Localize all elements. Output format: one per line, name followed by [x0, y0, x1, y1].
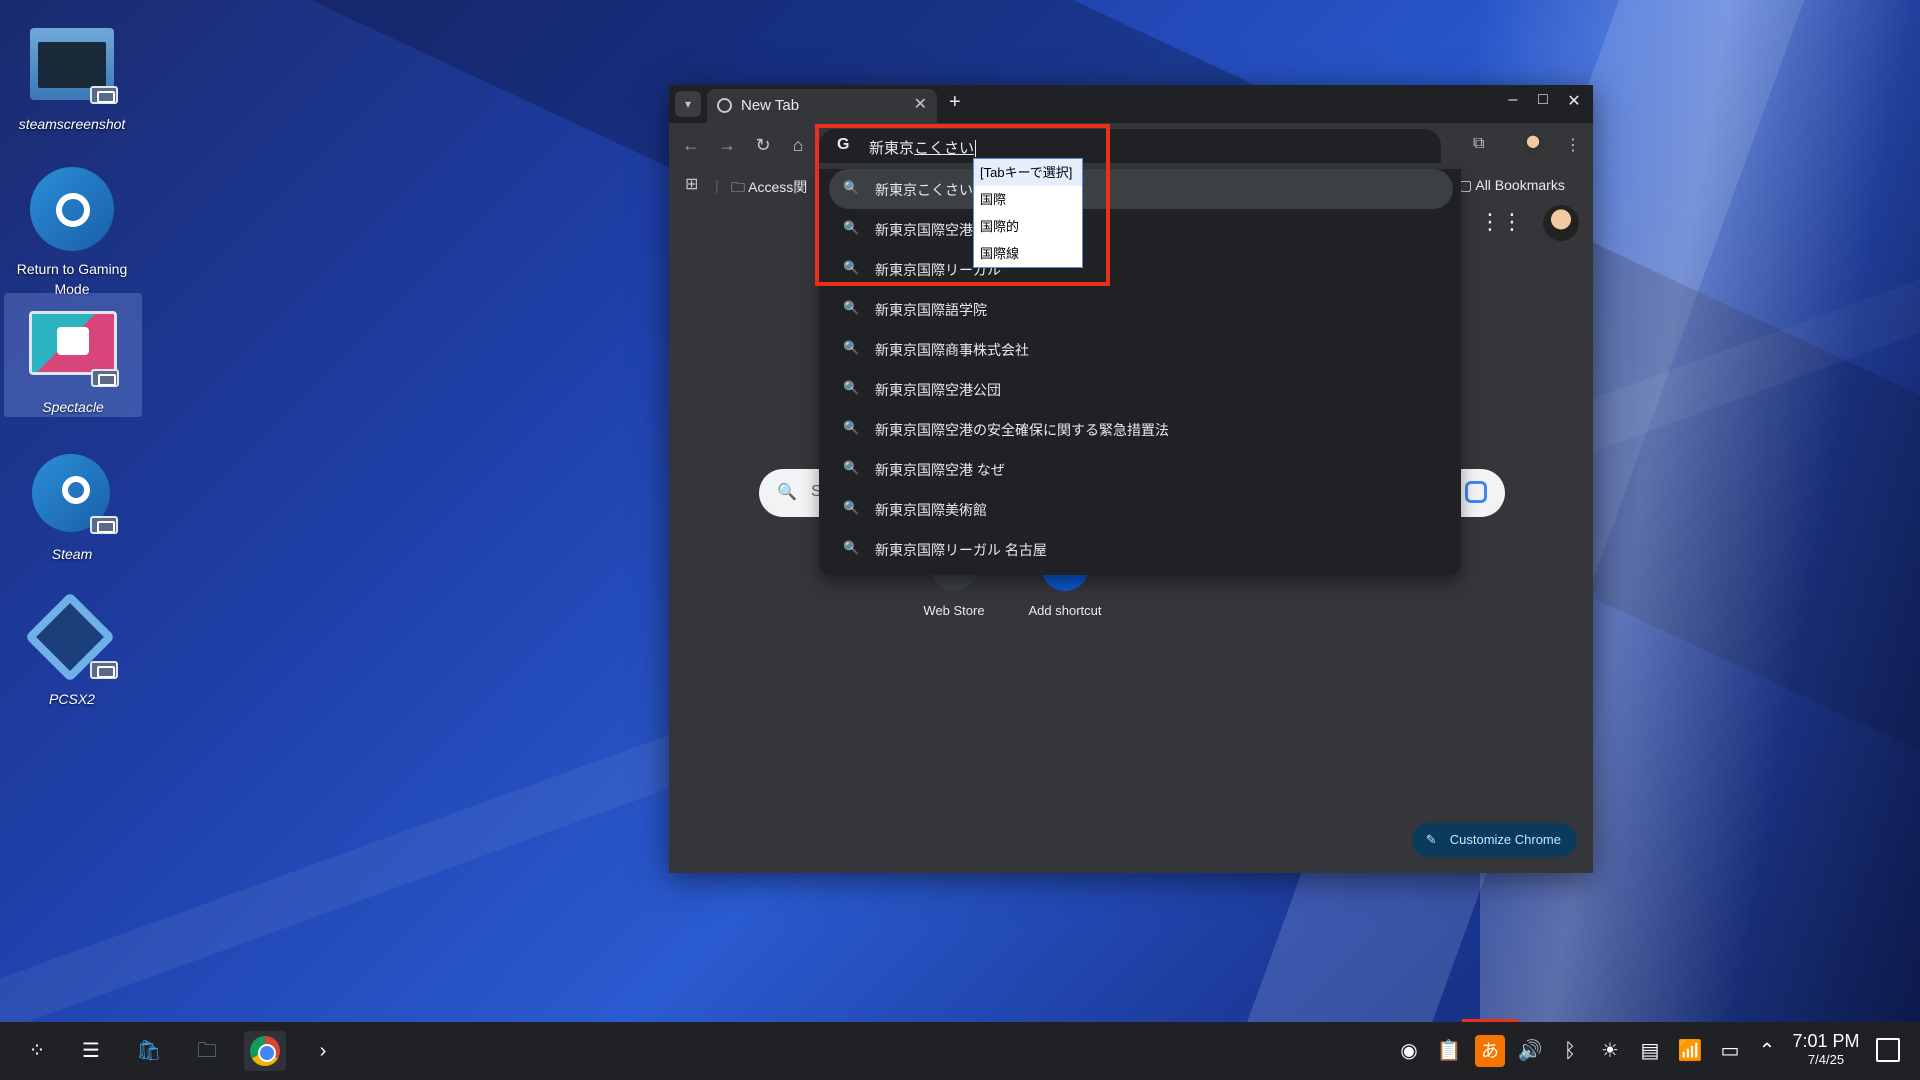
omnibox-text: 新東京こくさい [869, 140, 977, 157]
steam-icon [26, 450, 118, 538]
separator: | [715, 177, 719, 193]
search-icon: 🔍 [843, 420, 860, 435]
suggestion-row[interactable]: 🔍 新東京国際空港の安全確保に関する緊急措置法 [819, 409, 1461, 449]
suggestion-row[interactable]: 🔍 新東京国際リーガル [819, 249, 1461, 289]
search-icon: 🔍 [843, 180, 860, 195]
desktop-icon-steam[interactable]: Steam [6, 440, 138, 562]
suggestion-row[interactable]: 🔍 新東京国際リーガル 名古屋 [819, 529, 1461, 569]
ime-candidate-header: [Tabキーで選択] [974, 159, 1082, 186]
search-icon: 🔍 [843, 220, 860, 235]
tab-strip: ▾ New Tab ✕ + – □ ✕ [669, 85, 1593, 123]
suggestion-row[interactable]: 🔍 新東京国際空港公団 [819, 369, 1461, 409]
omnibox-suggestions: 🔍 新東京こくさい 🔍 新東京国際空港 🔍 新東京国際リーガル 🔍 新東京国際語学院 🔍… [819, 169, 1461, 575]
forward-icon[interactable]: → [715, 135, 739, 156]
clock-time: 7:01 PM [1792, 1031, 1860, 1051]
search-icon: 🔍 [843, 500, 860, 515]
ime-candidate[interactable]: 国際的 [974, 213, 1082, 240]
search-icon: 🔍 [777, 484, 797, 501]
desktop-icon-label: PCSX2 [49, 691, 95, 707]
extensions-icon[interactable]: ⧉ [1473, 135, 1484, 153]
wifi-icon[interactable]: 📶 [1675, 1035, 1705, 1067]
suggestion-row[interactable]: 🔍 新東京こくさい [829, 169, 1453, 209]
folder-icon: ▢ [1459, 177, 1476, 193]
customize-chrome-button[interactable]: ✎ Customize Chrome [1411, 823, 1577, 857]
reload-icon[interactable]: ↻ [751, 135, 775, 156]
suggestion-row[interactable]: 🔍 新東京国際商事株式会社 [819, 329, 1461, 369]
folder-icon: 🗀 [731, 179, 749, 195]
close-icon[interactable]: ✕ [914, 94, 927, 114]
toolbar: ← → ↻ ⌂ G 新東京こくさい ⧉ ⋮ [669, 123, 1593, 169]
app-launcher-icon[interactable]: ⁘ [16, 1031, 58, 1071]
spectacle-icon [27, 303, 119, 391]
profile-avatar[interactable] [1522, 133, 1544, 155]
steam-return-icon [26, 165, 118, 253]
desktop-icon-label: steamscreenshot [18, 116, 126, 132]
suggestion-row[interactable]: 🔍 新東京国際語学院 [819, 289, 1461, 329]
shortcut-label: Add shortcut [1028, 603, 1102, 618]
file-manager-icon[interactable]: 🗀 [186, 1031, 228, 1071]
steam-tray-icon[interactable]: ◉ [1394, 1035, 1424, 1067]
suggestion-row[interactable]: 🔍 新東京国際美術館 [819, 489, 1461, 529]
suggestion-row[interactable]: 🔍 新東京国際空港 [819, 209, 1461, 249]
show-desktop-button[interactable] [1876, 1038, 1900, 1062]
google-lens-icon[interactable] [1465, 481, 1487, 503]
clipboard-icon[interactable]: 📋 [1434, 1035, 1464, 1067]
volume-icon[interactable]: 🔊 [1515, 1035, 1545, 1067]
pcsx2-icon [24, 591, 118, 683]
suggestion-row[interactable]: 🔍 新東京国際空港 なぜ [819, 449, 1461, 489]
system-settings-icon[interactable]: ☰ [70, 1031, 112, 1071]
search-icon: 🔍 [843, 300, 860, 315]
search-icon: 🔍 [843, 380, 860, 395]
ime-candidate[interactable]: 国際線 [974, 240, 1082, 267]
desktop-icon-spectacle[interactable]: Spectacle [4, 293, 142, 417]
shortcut-label: Web Store [923, 603, 985, 618]
maximize-icon[interactable]: □ [1531, 91, 1555, 109]
home-icon[interactable]: ⌂ [786, 135, 810, 156]
battery-icon[interactable]: ▭ [1715, 1035, 1745, 1067]
desktop-icon-steamscreenshot[interactable]: steamscreenshot [6, 10, 138, 132]
minimize-icon[interactable]: – [1501, 91, 1525, 109]
folder-icon [26, 20, 118, 108]
desktop-icon-return-to-gaming-mode[interactable]: Return to Gaming Mode [6, 155, 138, 297]
taskbar: ⁘ ☰ 🛍 🗀 › ◉ 📋 あ 🔊 ᛒ ☀ ▤ 📶 ▭ ⌃ 7:01 PM 7/… [0, 1022, 1920, 1080]
ime-candidate-window: [Tabキーで選択] 国際 国際的 国際線 [973, 158, 1083, 268]
window-close-icon[interactable]: ✕ [1562, 91, 1586, 111]
desktop-icon-label: Steam [51, 546, 93, 562]
all-bookmarks-button[interactable]: ▢ All Bookmarks [1459, 177, 1565, 194]
google-apps-icon[interactable]: ⋮⋮ [1479, 209, 1523, 235]
chrome-taskbar-icon[interactable] [244, 1031, 286, 1071]
desktop-icon-pcsx2[interactable]: PCSX2 [6, 585, 138, 707]
bluetooth-icon[interactable]: ᛒ [1555, 1035, 1585, 1067]
ime-indicator-icon[interactable]: あ [1475, 1035, 1505, 1067]
new-tab-button[interactable]: + [949, 91, 961, 114]
pencil-icon: ✎ [1425, 832, 1437, 847]
omnibox[interactable]: G 新東京こくさい [819, 129, 1441, 163]
desktop-icon-label: Spectacle [42, 399, 104, 415]
storage-icon[interactable]: ▤ [1635, 1035, 1665, 1067]
menu-icon[interactable]: ⋮ [1565, 135, 1581, 155]
ime-candidate[interactable]: 国際 [974, 186, 1082, 213]
clock-date: 7/4/25 [1807, 1052, 1845, 1067]
bookmark-folder[interactable]: 🗀 Access関 [731, 177, 807, 201]
search-icon: 🔍 [843, 340, 860, 355]
brightness-icon[interactable]: ☀ [1595, 1035, 1625, 1067]
apps-grid-icon[interactable]: ⊞ [685, 177, 701, 193]
search-icon: 🔍 [843, 460, 860, 475]
tab-search-button[interactable]: ▾ [675, 91, 701, 117]
chevron-down-icon: ▾ [684, 97, 692, 111]
clock[interactable]: 7:01 PM 7/4/25 [1786, 1030, 1866, 1068]
tab-new-tab[interactable]: New Tab ✕ [707, 89, 937, 123]
ntp-avatar[interactable] [1543, 205, 1579, 241]
chevron-up-icon[interactable]: ⌃ [1752, 1035, 1782, 1067]
terminal-icon[interactable]: › [302, 1031, 344, 1071]
search-icon: 🔍 [843, 260, 860, 275]
search-icon: 🔍 [843, 540, 860, 555]
discover-store-icon[interactable]: 🛍 [128, 1031, 170, 1071]
chrome-favicon-icon [717, 98, 732, 113]
back-icon[interactable]: ← [679, 135, 703, 156]
tab-title: New Tab [741, 97, 800, 114]
google-icon: G [837, 136, 850, 153]
